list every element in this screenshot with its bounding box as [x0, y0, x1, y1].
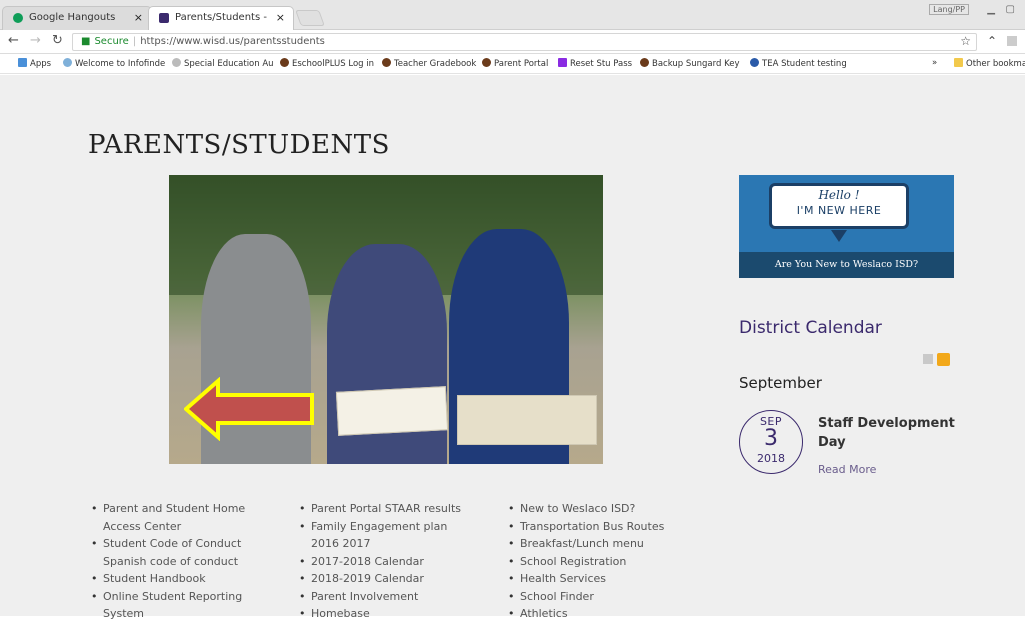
link-code-of-conduct[interactable]: Student Code of ConductSpanish code of c… [90, 535, 245, 570]
link-bus-routes[interactable]: Transportation Bus Routes [507, 518, 664, 536]
event-day: 3 [764, 426, 778, 451]
link-health-services[interactable]: Health Services [507, 570, 664, 588]
bookmark-star-icon[interactable]: ☆ [960, 34, 971, 48]
maximize-icon[interactable]: ▢ [1006, 4, 1015, 15]
secure-label: Secure [94, 36, 129, 47]
link-family-engagement[interactable]: Family Engagement plan2016 2017 [298, 518, 461, 553]
browser-tab-strip: Google Hangouts × Parents/Students - Wes… [0, 0, 1025, 45]
hangouts-icon [13, 13, 23, 23]
page-title: PARENTS/STUDENTS [88, 130, 390, 160]
page-icon [172, 58, 181, 67]
globe-icon [382, 58, 391, 67]
links-column-3: New to Weslaco ISD? Transportation Bus R… [507, 500, 664, 623]
book-image [457, 395, 597, 445]
bookmark-infofinder[interactable]: Welcome to Infofinde [63, 58, 165, 69]
link-2017-calendar[interactable]: 2017-2018 Calendar [298, 553, 461, 571]
extension-2-icon[interactable] [1007, 36, 1017, 46]
new-to-weslaco-text: Are You New to Weslaco ISD? [739, 252, 954, 278]
tab-parents-students[interactable]: Parents/Students - Wesla × [148, 6, 294, 45]
book-image [335, 386, 449, 436]
profile-label[interactable]: Lang/PP [929, 4, 969, 15]
tab-google-hangouts[interactable]: Google Hangouts × [2, 6, 152, 30]
address-bar[interactable]: ■ Secure | https://www.wisd.us/parentsstude… [72, 33, 977, 51]
bookmark-tea[interactable]: TEA Student testing [750, 58, 847, 69]
globe-icon [482, 58, 491, 67]
bookmarks-bar: Apps Welcome to Infofinde Special Educat… [0, 54, 1025, 74]
read-more-link[interactable]: Read More [818, 463, 876, 476]
link-online-reporting[interactable]: Online Student ReportingSystem [90, 588, 245, 623]
link-parent-involvement[interactable]: Parent Involvement [298, 588, 461, 606]
bookmark-parent-portal[interactable]: Parent Portal [482, 58, 548, 69]
link-lunch-menu[interactable]: Breakfast/Lunch menu [507, 535, 664, 553]
link-staar-results[interactable]: Parent Portal STAAR results [298, 500, 461, 518]
browser-toolbar: ← → ↻ ■ Secure | https://www.wisd.us/parent… [0, 30, 1025, 54]
event-title[interactable]: Staff Development Day [818, 414, 958, 452]
links-column-1: Parent and Student HomeAccess Center Stu… [90, 500, 245, 623]
hello-text: Hello ! [818, 188, 860, 202]
close-icon[interactable]: × [276, 7, 285, 29]
link-student-handbook[interactable]: Student Handbook [90, 570, 245, 588]
minimize-icon[interactable]: ▁ [987, 4, 995, 15]
reload-icon[interactable]: ↻ [52, 33, 63, 48]
tea-icon [750, 58, 759, 67]
page-icon [63, 58, 72, 67]
link-2018-calendar[interactable]: 2018-2019 Calendar [298, 570, 461, 588]
wisd-favicon-icon [159, 13, 169, 23]
link-school-registration[interactable]: School Registration [507, 553, 664, 571]
bookmark-other[interactable]: Other bookma [954, 58, 1025, 69]
event-date-badge: SEP 3 2018 [739, 410, 803, 474]
bookmark-sungard[interactable]: Backup Sungard Key [640, 58, 740, 69]
extension-icon[interactable]: ⌃ [987, 34, 997, 48]
forward-arrow-icon[interactable]: → [30, 33, 41, 48]
link-homebase[interactable]: Homebase [298, 605, 461, 623]
bookmarks-overflow[interactable]: » [932, 58, 937, 68]
reset-icon [558, 58, 567, 67]
new-here-banner[interactable]: Hello ! I'M NEW HERE Are You New to Wesl… [739, 175, 954, 278]
link-athletics[interactable]: Athletics [507, 605, 664, 623]
folder-icon [954, 58, 963, 67]
back-arrow-icon[interactable]: ← [8, 33, 19, 48]
left-arrow-icon [184, 377, 314, 441]
rss-icon[interactable] [923, 354, 933, 364]
url-text: https://www.wisd.us/parentsstudents [140, 36, 325, 47]
links-column-2: Parent Portal STAAR results Family Engag… [298, 500, 461, 623]
link-new-to-weslaco[interactable]: New to Weslaco ISD? [507, 500, 664, 518]
bookmark-gradebook[interactable]: Teacher Gradebook [382, 58, 476, 69]
new-here-text: I'M NEW HERE [796, 204, 882, 217]
speech-bubble: Hello ! I'M NEW HERE [769, 183, 909, 229]
bookmark-eschoolplus[interactable]: EschoolPLUS Log in [280, 58, 374, 69]
globe-icon [280, 58, 289, 67]
tab-label: Google Hangouts [29, 12, 116, 23]
bookmark-apps[interactable]: Apps [18, 58, 51, 69]
calendar-heading: District Calendar [739, 318, 882, 338]
close-icon[interactable]: × [134, 7, 143, 29]
calendar-month: September [739, 374, 822, 392]
bookmark-reset-pass[interactable]: Reset Stu Pass [558, 58, 632, 69]
apps-grid-icon [18, 58, 27, 67]
bookmark-special-ed[interactable]: Special Education Au [172, 58, 274, 69]
new-tab-button[interactable] [295, 10, 325, 26]
link-home-access-center[interactable]: Parent and Student HomeAccess Center [90, 500, 245, 535]
event-year: 2018 [757, 452, 785, 465]
page-content: PARENTS/STUDENTS Hello ! I'M NEW HERE Ar… [0, 75, 1025, 622]
ical-icon[interactable] [937, 353, 950, 366]
link-school-finder[interactable]: School Finder [507, 588, 664, 606]
lock-icon: ■ [81, 36, 91, 47]
globe-icon [640, 58, 649, 67]
